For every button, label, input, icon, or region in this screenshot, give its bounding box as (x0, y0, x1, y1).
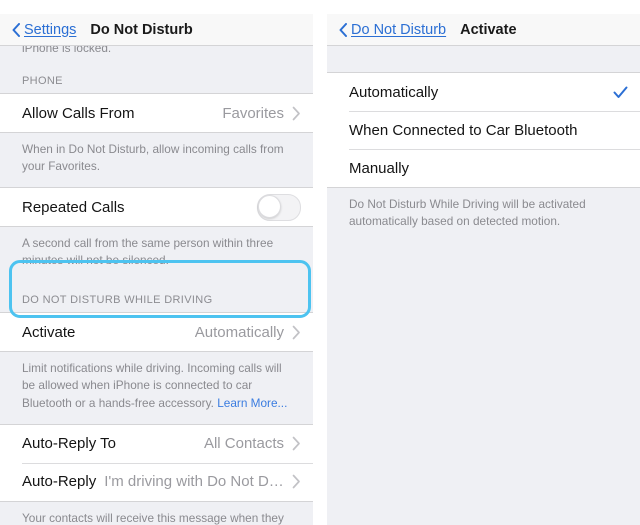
back-to-settings-button[interactable]: Settings (12, 22, 76, 38)
option-when-connected-to-car-bluetooth[interactable]: When Connected to Car Bluetooth (327, 111, 640, 149)
row-allow-calls-from-label: Allow Calls From (22, 104, 135, 122)
footer-repeated-calls: A second call from the same person withi… (0, 227, 313, 282)
group-dnd-while-driving: Activate Automatically (0, 312, 313, 353)
learn-more-link[interactable]: Learn More... (217, 396, 287, 410)
screenshot-root: Settings Do Not Disturb iPhone is locked… (0, 0, 640, 525)
footer-allow-calls-from: When in Do Not Disturb, allow incoming c… (0, 133, 313, 188)
row-activate-label: Activate (22, 323, 76, 341)
row-auto-reply-value: I'm driving with Do Not Distu... (104, 473, 284, 491)
chevron-right-icon (292, 436, 301, 451)
row-activate[interactable]: Activate Automatically (0, 313, 313, 352)
back-button-label: Do Not Disturb (351, 21, 447, 38)
row-repeated-calls[interactable]: Repeated Calls (0, 188, 313, 227)
footer-dnd-while-driving: Limit notifications while driving. Incom… (0, 352, 313, 424)
row-auto-reply[interactable]: Auto-Reply I'm driving with Do Not Distu… (0, 462, 313, 501)
top-gap-band (327, 46, 640, 73)
chevron-right-icon (292, 325, 301, 340)
right-status-bar-space (327, 0, 640, 14)
left-status-bar-space (0, 0, 313, 14)
section-header-phone: PHONE (0, 62, 313, 93)
chevron-right-icon (292, 106, 301, 121)
left-page-title: Do Not Disturb (90, 21, 193, 38)
back-button-label: Settings (24, 21, 77, 38)
right-panel-activate: Do Not Disturb Activate Automatically Wh… (327, 0, 640, 525)
section-header-dnd-while-driving: DO NOT DISTURB WHILE DRIVING (0, 281, 313, 313)
group-activate-options: Automatically When Connected to Car Blue… (327, 73, 640, 188)
clipped-previous-footer-text: iPhone is locked. (22, 46, 112, 55)
option-automatically-label: Automatically (349, 83, 439, 101)
row-allow-calls-from-value: Favorites (222, 104, 284, 122)
right-navigation-bar: Do Not Disturb Activate (327, 14, 640, 46)
clipped-previous-footer: iPhone is locked. (0, 46, 313, 62)
row-auto-reply-to[interactable]: Auto-Reply To All Contacts (0, 424, 313, 463)
right-options-list: Automatically When Connected to Car Blue… (327, 46, 640, 525)
row-allow-calls-from[interactable]: Allow Calls From Favorites (0, 94, 313, 132)
checkmark-icon (613, 85, 628, 100)
group-repeated-calls: Repeated Calls (0, 187, 313, 228)
left-panel-do-not-disturb: Settings Do Not Disturb iPhone is locked… (0, 0, 313, 525)
left-settings-list: iPhone is locked. PHONE Allow Calls From… (0, 46, 313, 525)
row-activate-value: Automatically (194, 323, 284, 341)
chevron-left-icon (339, 22, 347, 37)
row-auto-reply-to-label: Auto-Reply To (22, 435, 116, 453)
row-auto-reply-label: Auto-Reply (22, 473, 97, 491)
group-phone: Allow Calls From Favorites (0, 93, 313, 133)
right-page-title: Activate (460, 21, 517, 38)
option-automatically[interactable]: Automatically (327, 73, 640, 111)
back-to-do-not-disturb-button[interactable]: Do Not Disturb (339, 22, 446, 38)
repeated-calls-toggle[interactable] (257, 193, 301, 221)
group-auto-reply: Auto-Reply To All Contacts Auto-Reply I'… (0, 423, 313, 502)
footer-auto-reply: Your contacts will receive this message … (0, 501, 313, 525)
toggle-knob (258, 194, 281, 218)
right-panel-filler (327, 242, 640, 525)
footer-activate-options: Do Not Disturb While Driving will be act… (327, 188, 640, 243)
row-repeated-calls-label: Repeated Calls (22, 198, 125, 216)
left-navigation-bar: Settings Do Not Disturb (0, 14, 313, 46)
row-auto-reply-to-value: All Contacts (203, 435, 284, 453)
chevron-right-icon (292, 474, 301, 489)
chevron-left-icon (12, 22, 20, 37)
option-manually[interactable]: Manually (327, 149, 640, 187)
option-when-connected-to-car-bluetooth-label: When Connected to Car Bluetooth (349, 121, 578, 139)
option-manually-label: Manually (349, 159, 410, 177)
